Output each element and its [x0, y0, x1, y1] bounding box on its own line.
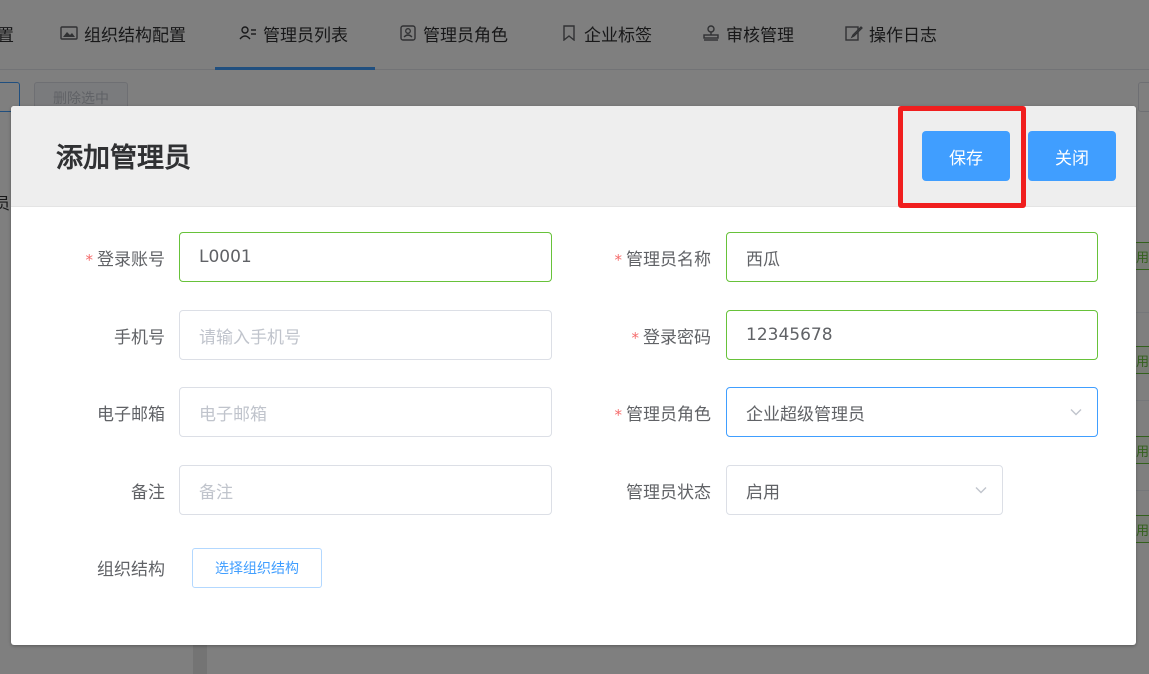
status-label: 管理员状态: [626, 483, 711, 503]
account-label: * 登录账号: [85, 250, 166, 270]
status-value: 启用: [746, 482, 780, 503]
admin-name-label: * 管理员名称: [614, 250, 712, 270]
role-select[interactable]: 企业超级管理员: [726, 387, 1098, 437]
password-input[interactable]: 12345678: [726, 310, 1098, 360]
dialog-title: 添加管理员: [56, 143, 191, 174]
phone-input[interactable]: 请输入手机号: [179, 310, 552, 360]
role-value: 企业超级管理员: [746, 404, 865, 425]
highlight-annotation: [898, 106, 1026, 208]
close-button[interactable]: 关闭: [1028, 131, 1116, 181]
add-admin-dialog: 添加管理员 保存 关闭 * 登录账号 L0001 * 管理员名称 西瓜 手机号 请输…: [11, 106, 1136, 645]
email-input[interactable]: 电子邮箱: [179, 387, 552, 437]
select-org-button[interactable]: 选择组织结构: [192, 548, 322, 588]
account-value: L0001: [199, 247, 252, 267]
required-star: *: [614, 251, 623, 269]
email-placeholder: 电子邮箱: [199, 404, 267, 425]
required-star: *: [614, 406, 623, 424]
chevron-down-icon: [974, 483, 988, 497]
role-label: * 管理员角色: [614, 405, 712, 425]
phone-placeholder: 请输入手机号: [199, 327, 301, 348]
admin-name-input[interactable]: 西瓜: [726, 232, 1098, 282]
remark-label: 备注: [131, 483, 165, 503]
required-star: *: [85, 251, 94, 269]
status-select[interactable]: 启用: [726, 465, 1003, 515]
phone-label: 手机号: [114, 328, 165, 348]
email-label: 电子邮箱: [97, 405, 165, 425]
org-label: 组织结构: [97, 560, 165, 580]
remark-input[interactable]: 备注: [179, 465, 552, 515]
remark-placeholder: 备注: [199, 482, 233, 503]
account-input[interactable]: L0001: [179, 232, 552, 282]
chevron-down-icon: [1069, 405, 1083, 419]
password-value: 12345678: [746, 325, 833, 345]
required-star: *: [631, 329, 640, 347]
password-label: * 登录密码: [631, 328, 712, 348]
admin-name-value: 西瓜: [746, 249, 780, 270]
